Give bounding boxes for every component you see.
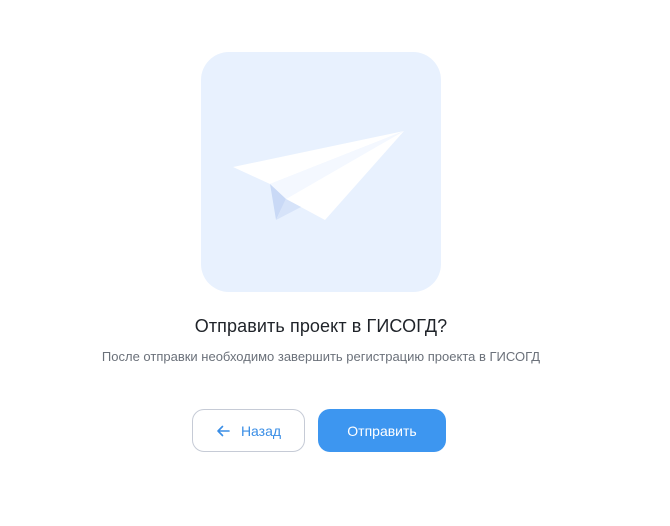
back-button-label: Назад xyxy=(240,422,282,439)
illustration-card xyxy=(201,52,441,292)
arrow-left-icon xyxy=(217,425,230,436)
send-button-label: Отправить xyxy=(347,422,417,439)
send-button[interactable]: Отправить xyxy=(318,409,446,452)
dialog-subtitle: После отправки необходимо завершить реги… xyxy=(101,349,541,364)
send-project-dialog: Отправить проект в ГИСОГД? После отправк… xyxy=(0,0,670,526)
dialog-title: Отправить проект в ГИСОГД? xyxy=(194,316,448,336)
back-button[interactable]: Назад xyxy=(192,409,305,452)
paper-plane-icon xyxy=(233,131,404,220)
